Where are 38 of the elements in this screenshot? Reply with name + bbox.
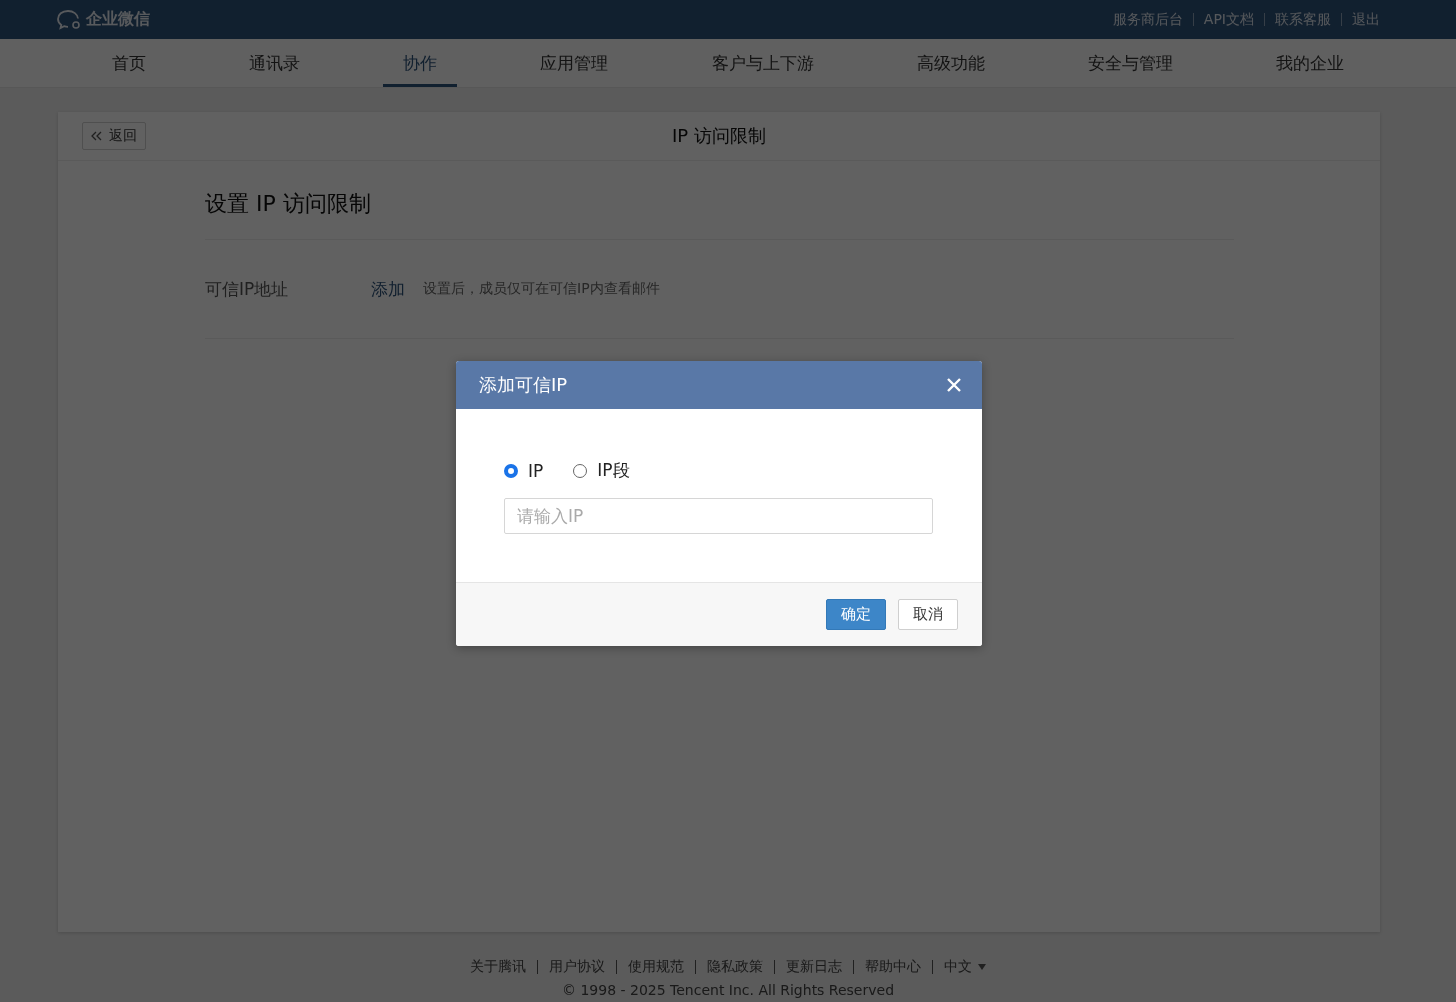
page-title: IP 访问限制	[672, 124, 766, 148]
chat-bubble-icon	[56, 8, 82, 31]
nav-tab[interactable]: 通讯录	[228, 39, 320, 87]
footer-link[interactable]: 帮助中心	[865, 958, 921, 976]
nav-tab[interactable]: 协作	[383, 39, 458, 87]
radio-label: IP段	[597, 459, 630, 482]
section-title: 设置 IP 访问限制	[205, 189, 1234, 240]
footer-link[interactable]: 更新日志	[786, 958, 842, 976]
ip-input-field[interactable]: 请输入IP	[504, 498, 933, 534]
confirm-button[interactable]: 确定	[826, 599, 886, 630]
cancel-button[interactable]: 取消	[898, 599, 958, 630]
nav-tab[interactable]: 安全与管理	[1068, 39, 1194, 87]
back-button[interactable]: 返回	[82, 122, 146, 150]
add-link[interactable]: 添加	[371, 277, 405, 301]
radio-option[interactable]: IP	[504, 459, 544, 482]
close-button[interactable]	[946, 377, 962, 393]
radio-option[interactable]: IP段	[573, 459, 630, 482]
field-label: 可信IP地址	[205, 277, 290, 301]
footer-link[interactable]: 使用规范	[628, 958, 684, 976]
radio-label: IP	[528, 460, 544, 481]
top-link[interactable]: 服务商后台	[1112, 10, 1183, 29]
caret-icon	[978, 964, 986, 970]
top-link[interactable]: 联系客服	[1275, 10, 1331, 29]
dialog-title: 添加可信IP	[479, 373, 568, 397]
nav-tab[interactable]: 首页	[91, 39, 166, 87]
nav-tab[interactable]: 客户与上下游	[691, 39, 834, 87]
nav-tab[interactable]: 应用管理	[520, 39, 629, 87]
nav-tab[interactable]: 我的企业	[1256, 39, 1365, 87]
top-link[interactable]: 退出	[1352, 10, 1380, 29]
top-link[interactable]: API文档	[1203, 10, 1254, 29]
footer-link[interactable]: 用户协议	[549, 958, 605, 976]
logo-text: 企业微信	[86, 9, 150, 30]
double-chevron-icon	[91, 131, 103, 141]
copyright-text: © 1998 - 2025 Tencent Inc. All Rights Reserved	[561, 982, 895, 998]
footer-link[interactable]: 隐私政策	[707, 958, 763, 976]
nav-tab[interactable]: 高级功能	[896, 39, 1005, 87]
language-selector[interactable]: 中文	[944, 958, 986, 976]
footer-link[interactable]: 关于腾讯	[470, 958, 526, 976]
